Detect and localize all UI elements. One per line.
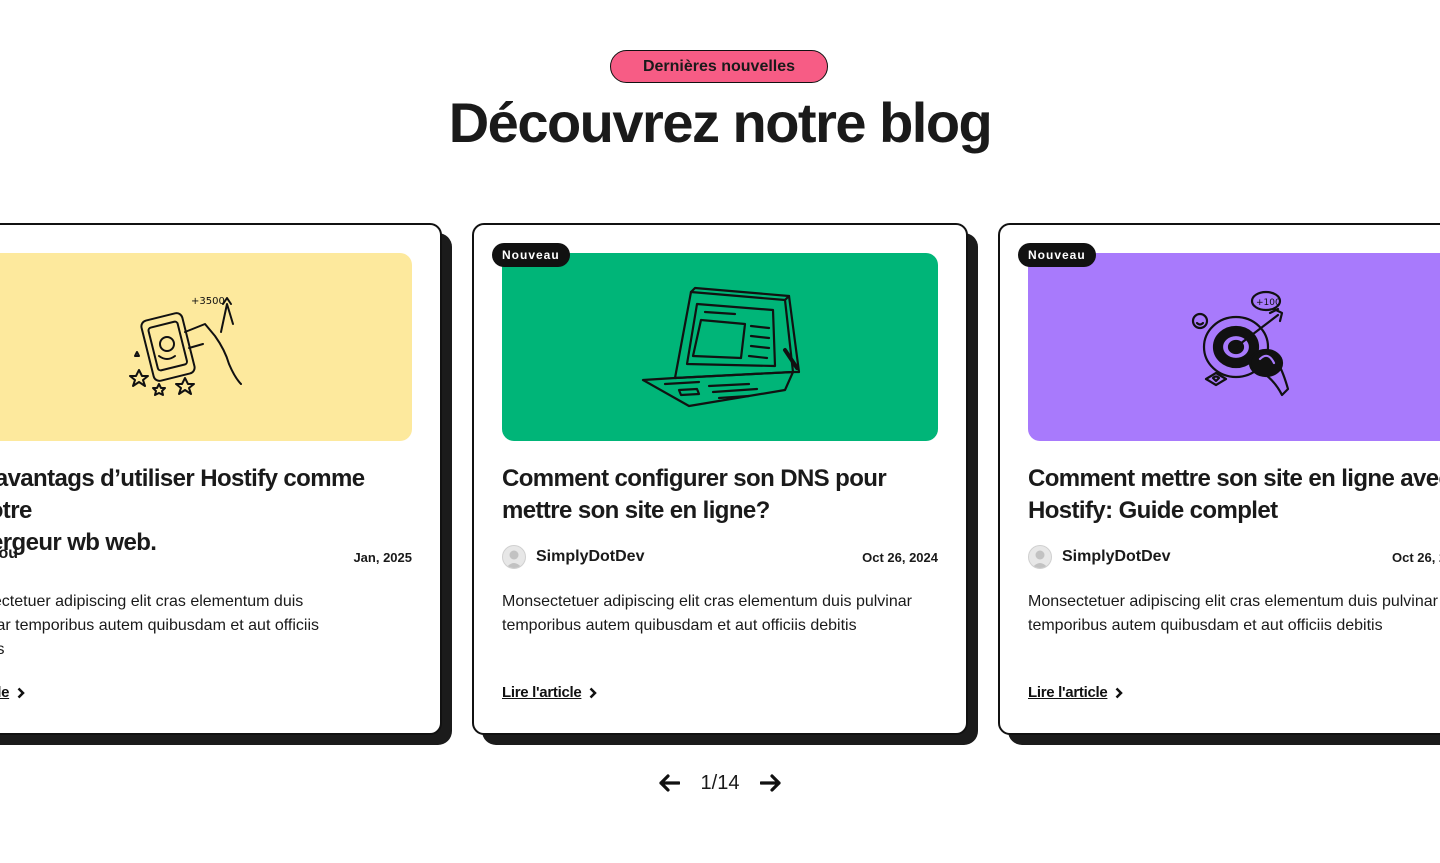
blog-card[interactable]: W +3500 s avantags d bbox=[0, 223, 452, 746]
read-article-link[interactable]: Lire l'article bbox=[1028, 684, 1124, 701]
avatar bbox=[1028, 545, 1052, 569]
previous-button[interactable] bbox=[655, 770, 683, 796]
card-author: Aliou bbox=[0, 545, 18, 563]
arrow-left-icon bbox=[659, 774, 680, 792]
read-article-label: e l'article bbox=[0, 684, 10, 701]
chevron-right-icon bbox=[1116, 687, 1124, 698]
read-article-label: Lire l'article bbox=[1028, 684, 1108, 701]
carousel-pager: 1/14 bbox=[655, 770, 785, 796]
card-title[interactable]: Comment mettre son site en ligne avec Ho… bbox=[1028, 463, 1440, 527]
avatar bbox=[502, 545, 526, 569]
card-image[interactable]: +3500 bbox=[0, 253, 412, 441]
author-name: Aliou bbox=[0, 545, 18, 562]
card-title[interactable]: Comment configurer son DNS pour mettre s… bbox=[502, 463, 938, 527]
section-title: Découvrez notre blog bbox=[448, 91, 993, 154]
card-body[interactable]: Nouveau Comment configurer son DNS pour … bbox=[472, 223, 968, 735]
card-date: Oct 26, 2 bbox=[1392, 550, 1440, 565]
card-excerpt: Monsectetuer adipiscing elit cras elemen… bbox=[1028, 593, 1438, 634]
card-author: SimplyDotDev bbox=[502, 545, 644, 569]
card-date: Jan, 2025 bbox=[353, 550, 412, 565]
blog-card[interactable]: Nouveau Comment configurer son DNS pour … bbox=[472, 223, 978, 746]
chevron-right-icon bbox=[17, 687, 25, 698]
card-badge: Nouveau bbox=[1018, 243, 1096, 267]
read-article-link[interactable]: e l'article bbox=[0, 684, 25, 701]
user-avatar-icon bbox=[1032, 550, 1048, 568]
card-body[interactable]: W +3500 s avantags d bbox=[0, 223, 442, 735]
card-excerpt: nsectetuer adipiscing elit cras elementu… bbox=[0, 593, 319, 658]
blog-section: Dernières nouvelles Découvrez notre blog… bbox=[0, 0, 1440, 863]
card-author: SimplyDotDev bbox=[1028, 545, 1170, 569]
laptop-illustration-icon bbox=[641, 286, 801, 407]
chevron-right-icon bbox=[590, 687, 598, 698]
author-name: SimplyDotDev bbox=[1062, 548, 1171, 565]
card-image[interactable]: +100 bbox=[1028, 253, 1440, 441]
svg-text:+100: +100 bbox=[1256, 298, 1281, 308]
read-article-label: Lire l'article bbox=[502, 684, 582, 701]
target-illustration-icon: +100 bbox=[1191, 290, 1290, 397]
read-article-link[interactable]: Lire l'article bbox=[502, 684, 598, 701]
user-avatar-icon bbox=[506, 550, 522, 568]
card-image[interactable] bbox=[502, 253, 938, 441]
arrow-right-icon bbox=[760, 774, 781, 792]
section-pill: Dernières nouvelles bbox=[610, 50, 828, 83]
card-excerpt: Monsectetuer adipiscing elit cras elemen… bbox=[502, 593, 912, 634]
card-body[interactable]: Nouveau +100 Comment mettre son site en … bbox=[998, 223, 1440, 735]
phone-rating-illustration-icon: +3500 bbox=[129, 296, 242, 396]
svg-text:+3500: +3500 bbox=[191, 296, 225, 307]
blog-card[interactable]: Nouveau +100 Comment mettre son site en … bbox=[998, 223, 1440, 746]
card-badge: Nouveau bbox=[492, 243, 570, 267]
author-name: SimplyDotDev bbox=[536, 548, 645, 565]
page-indicator: 1/14 bbox=[700, 771, 740, 794]
card-date: Oct 26, 2024 bbox=[862, 550, 938, 565]
card-title[interactable]: s avantags d’utiliser Hostify comme votr… bbox=[0, 463, 412, 559]
next-button[interactable] bbox=[757, 770, 785, 796]
